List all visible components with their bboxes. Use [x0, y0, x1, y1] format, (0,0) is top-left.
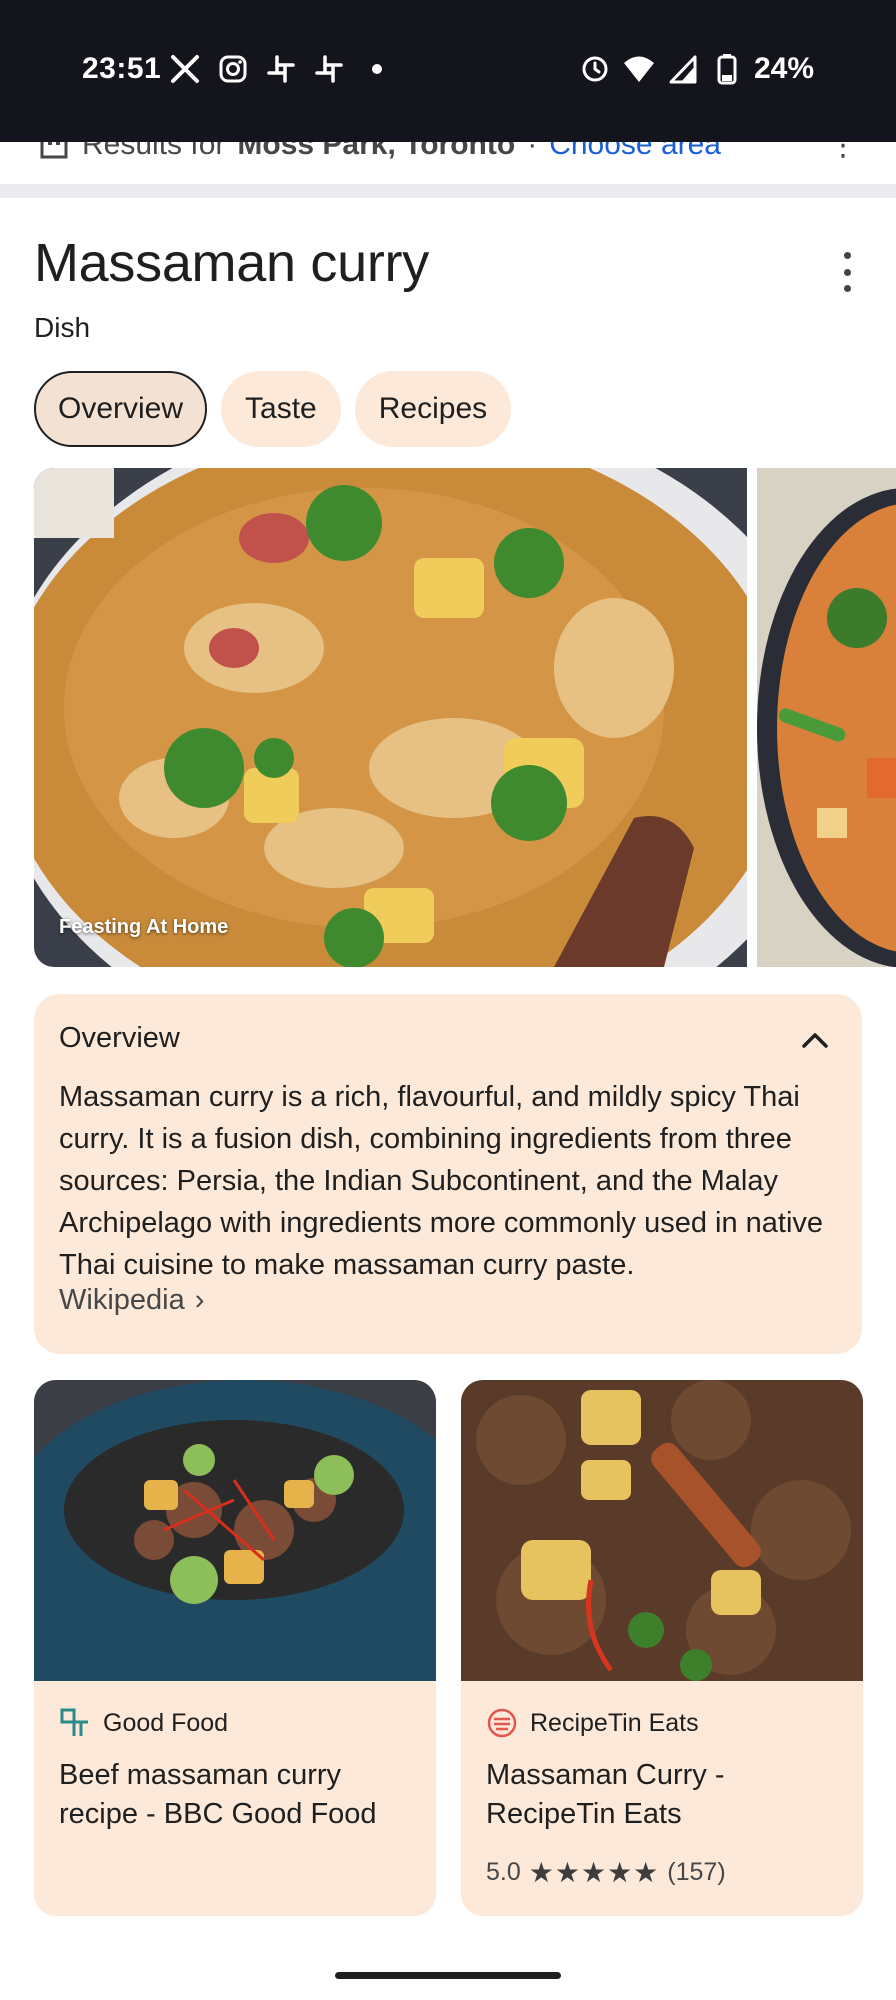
location-prefix: Results for	[82, 142, 226, 161]
page-title: Massaman curry	[34, 233, 429, 293]
source-label: Wikipedia	[59, 1284, 185, 1316]
rating-value: 5.0	[486, 1858, 521, 1886]
recipe-image	[461, 1380, 863, 1681]
recipe-source: RecipeTin Eats	[486, 1707, 699, 1739]
recipe-card[interactable]: RecipeTin Eats Massaman Curry - RecipeTi…	[461, 1380, 863, 1916]
overview-card: Overview Massaman curry is a rich, flavo…	[34, 994, 862, 1354]
tab-overview[interactable]: Overview	[34, 371, 208, 447]
recipe-image	[34, 1380, 436, 1681]
overview-text: Massaman curry is a rich, flavourful, an…	[59, 1081, 824, 1281]
status-bar: 23:51 24%	[0, 0, 896, 142]
system-icons: 24%	[578, 52, 814, 86]
battery-percentage: 24%	[753, 52, 814, 85]
good-food-logo-icon	[60, 1708, 88, 1736]
status-time: 23:51	[82, 52, 162, 85]
choose-area-link[interactable]: Choose area	[549, 142, 721, 162]
instagram-icon	[216, 52, 250, 86]
battery-icon	[710, 52, 744, 86]
photo-credit: Feasting At Home	[59, 916, 229, 938]
more-options-icon[interactable]	[830, 252, 864, 292]
tab-chips: Overview Taste Recipes	[34, 371, 512, 447]
star-rating-icon: ★★★★★	[528, 1857, 660, 1888]
slack-icon	[264, 52, 298, 86]
recipe-source-name: RecipeTin Eats	[530, 1708, 699, 1737]
tab-taste[interactable]: Taste	[221, 371, 341, 447]
carousel-image-main[interactable]: Feasting At Home	[34, 468, 747, 967]
signal-icon	[666, 52, 700, 86]
recipetin-logo-icon	[487, 1708, 517, 1738]
x-icon	[168, 52, 202, 86]
tab-recipes[interactable]: Recipes	[354, 371, 512, 447]
chevron-up-icon[interactable]	[798, 1024, 832, 1058]
review-count: (157)	[667, 1858, 726, 1886]
section-divider	[0, 184, 896, 198]
recipe-source-name: Good Food	[103, 1708, 229, 1737]
building-icon	[40, 142, 68, 159]
home-indicator[interactable]	[335, 1972, 561, 1979]
location-separator: ·	[527, 142, 538, 161]
overview-title: Overview	[59, 1022, 180, 1054]
curry-photo	[757, 468, 896, 967]
recipe-title: Beef massaman curry recipe - BBC Good Fo…	[59, 1759, 377, 1830]
more-options-icon[interactable]: ⋮	[828, 142, 858, 163]
alarm-icon	[578, 52, 612, 86]
location-place: Moss Park, Toronto	[237, 142, 516, 161]
notification-icons	[168, 52, 394, 86]
curry-photo	[34, 468, 747, 967]
entity-type: Dish	[34, 312, 91, 343]
recipe-source: Good Food	[59, 1707, 228, 1739]
carousel-image-next[interactable]	[757, 468, 896, 967]
recipe-card[interactable]: Good Food Beef massaman curry recipe - B…	[34, 1380, 436, 1916]
wifi-icon	[622, 52, 656, 86]
dot-icon	[360, 52, 394, 86]
slack-icon	[312, 52, 346, 86]
recipe-title: Massaman Curry - RecipeTin Eats	[486, 1759, 725, 1830]
chevron-right-icon: ›	[194, 1284, 205, 1316]
wikipedia-link[interactable]: Wikipedia ›	[59, 1284, 204, 1317]
rating: 5.0 ★★★★★ (157)	[486, 1856, 726, 1889]
location-bar[interactable]: Results for Moss Park, Toronto · Choose …	[0, 142, 896, 186]
